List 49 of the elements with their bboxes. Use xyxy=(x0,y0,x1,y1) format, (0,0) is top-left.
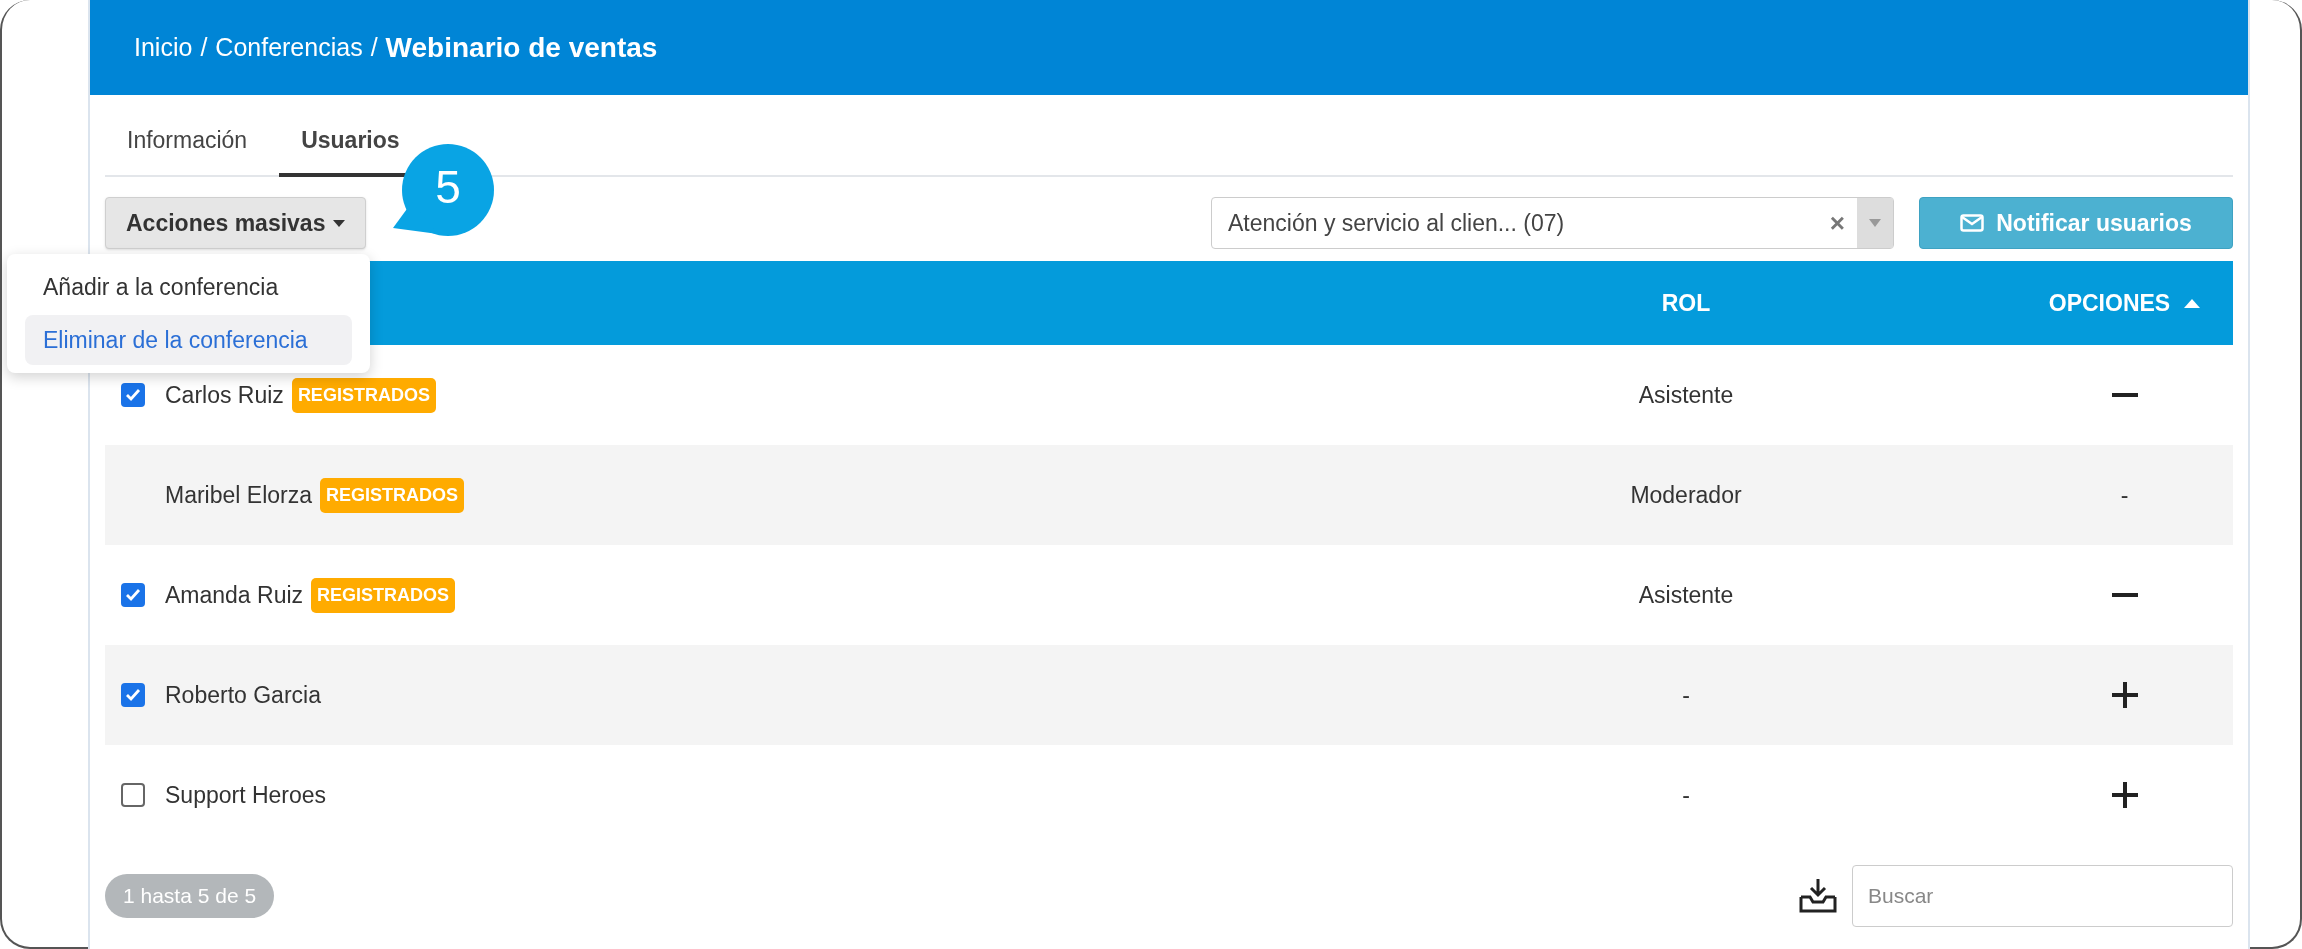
caret-icon xyxy=(333,219,346,227)
filter-select[interactable]: Atención y servicio al clien... (07) × xyxy=(1211,197,1894,249)
checkbox[interactable] xyxy=(121,783,145,807)
clear-icon[interactable]: × xyxy=(1817,203,1857,243)
breadcrumb-separator: / xyxy=(370,31,378,63)
user-name: Roberto Garcia xyxy=(165,680,321,710)
caret-icon xyxy=(1869,219,1881,227)
step-number: 5 xyxy=(434,164,462,210)
page-title: Webinario de ventas xyxy=(385,30,658,65)
column-header[interactable]: ROL xyxy=(1661,285,1711,321)
filter-value: Atención y servicio al clien... (07) xyxy=(1227,208,1566,238)
sort-icon[interactable] xyxy=(2184,298,2201,308)
plus-icon[interactable] xyxy=(2111,782,2138,808)
options-cell-text: - xyxy=(2120,480,2129,510)
column-header[interactable]: OPCIONES xyxy=(2048,285,2171,321)
user-name: Carlos Ruiz xyxy=(165,380,284,410)
envelope-icon xyxy=(1960,214,1985,232)
breadcrumb-link[interactable]: Inicio xyxy=(134,28,193,67)
plus-icon[interactable] xyxy=(2111,682,2138,708)
checkbox[interactable] xyxy=(121,583,145,607)
pagination-info: 1 hasta 5 de 5 xyxy=(105,874,275,918)
user-name: Support Heroes xyxy=(165,780,327,810)
status-badge: REGISTRADOS xyxy=(291,377,436,413)
user-name: Maribel Elorza xyxy=(165,480,312,510)
checkmark-icon xyxy=(125,588,141,602)
user-name: Amanda Ruiz xyxy=(165,580,304,610)
role-cell-text: Asistente xyxy=(1638,580,1734,610)
download-icon[interactable] xyxy=(1798,877,1838,915)
minus-icon[interactable] xyxy=(2111,393,2138,397)
minus-icon[interactable] xyxy=(2111,593,2138,597)
status-badge: REGISTRADOS xyxy=(320,477,464,513)
breadcrumb-separator: / xyxy=(200,31,208,63)
checkbox[interactable] xyxy=(121,383,145,407)
status-badge: REGISTRADOS xyxy=(311,577,456,613)
role-cell-text: Moderador xyxy=(1630,480,1742,510)
role-cell-text: - xyxy=(1682,780,1690,810)
notify-users-button[interactable]: Notificar usuarios xyxy=(1919,197,2233,249)
checkbox[interactable] xyxy=(121,683,145,707)
checkmark-icon xyxy=(125,688,141,702)
search-field[interactable]: Buscar xyxy=(1852,865,2233,927)
role-cell-text: Asistente xyxy=(1638,380,1734,410)
menu-item[interactable]: Añadir a la conferencia xyxy=(25,262,352,313)
tab[interactable]: Información xyxy=(105,122,270,175)
bulk-actions-button[interactable]: Acciones masivas xyxy=(105,197,367,249)
checkmark-icon xyxy=(125,388,141,402)
role-cell-text: - xyxy=(1682,680,1690,710)
dropdown-toggle[interactable] xyxy=(1857,198,1893,248)
breadcrumb-link[interactable]: Conferencias xyxy=(215,28,363,67)
menu-item[interactable]: Eliminar de la conferencia xyxy=(25,314,352,365)
